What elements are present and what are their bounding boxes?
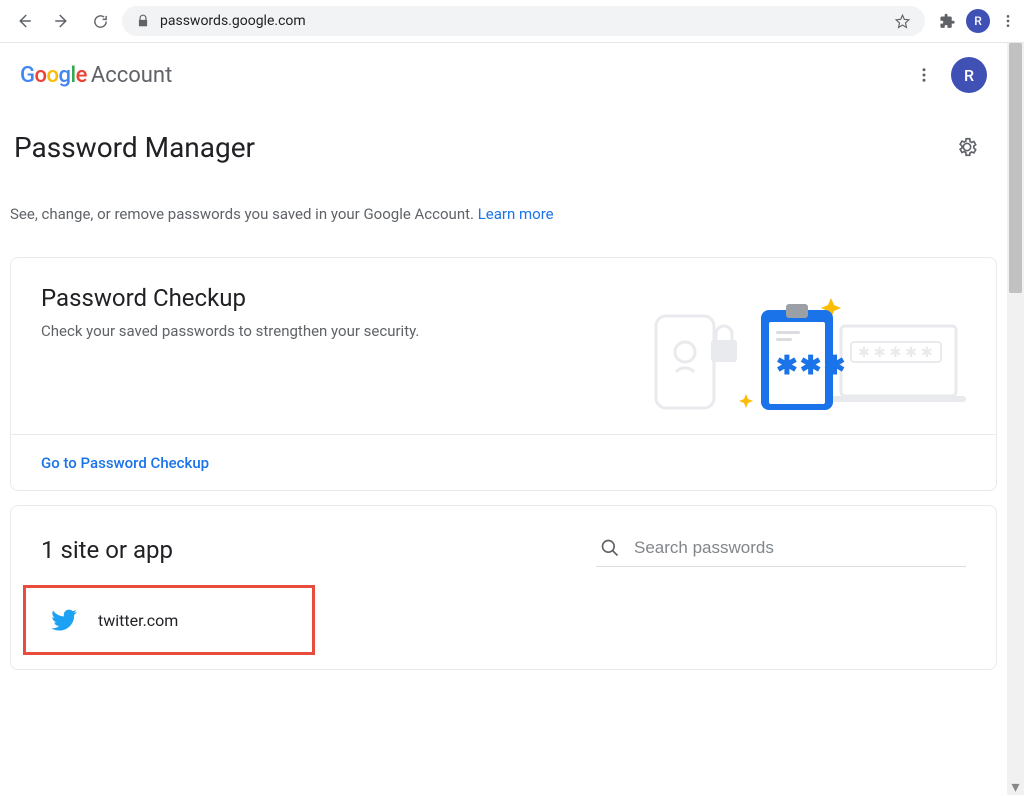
browser-toolbar: passwords.google.com R xyxy=(0,0,1024,43)
star-icon[interactable] xyxy=(894,13,911,30)
checkup-illustration: ✱✱✱✱✱ ✱✱✱ xyxy=(626,284,966,424)
svg-text:✱✱✱✱✱: ✱✱✱✱✱ xyxy=(858,345,937,361)
gear-icon xyxy=(956,136,978,158)
scroll-thumb[interactable] xyxy=(1009,43,1022,293)
address-bar[interactable]: passwords.google.com xyxy=(122,6,925,36)
search-passwords-input[interactable] xyxy=(634,538,962,558)
site-row-twitter[interactable]: twitter.com xyxy=(23,585,315,655)
vertical-scrollbar[interactable]: ▴ ▾ xyxy=(1007,43,1024,795)
site-name: twitter.com xyxy=(98,611,178,630)
lock-icon xyxy=(136,14,150,28)
go-to-checkup-link[interactable]: Go to Password Checkup xyxy=(41,454,209,472)
app-header: Google Account R xyxy=(0,43,1007,107)
account-label: Account xyxy=(91,63,172,88)
checkup-description: Check your saved passwords to strengthen… xyxy=(41,322,419,340)
kebab-menu-icon[interactable] xyxy=(915,66,933,84)
arrow-left-icon xyxy=(15,12,33,30)
reload-icon xyxy=(92,13,109,30)
account-avatar[interactable]: R xyxy=(951,57,987,93)
url-text: passwords.google.com xyxy=(160,13,306,29)
settings-button[interactable] xyxy=(947,127,987,167)
saved-sites-card: 1 site or app twitter.com xyxy=(10,505,997,670)
checkup-title: Password Checkup xyxy=(41,284,419,312)
arrow-right-icon xyxy=(53,12,71,30)
page-title: Password Manager xyxy=(14,131,255,164)
learn-more-link[interactable]: Learn more xyxy=(478,205,554,223)
kebab-menu-icon[interactable] xyxy=(1000,13,1016,29)
google-logo[interactable]: Google xyxy=(20,63,87,88)
page-content: Google Account R Password Manager See, c… xyxy=(0,43,1007,795)
page-subtitle: See, change, or remove passwords you sav… xyxy=(0,177,1007,243)
search-icon xyxy=(600,538,620,558)
forward-button[interactable] xyxy=(46,5,78,37)
extensions-icon[interactable] xyxy=(939,13,956,30)
search-passwords-field[interactable] xyxy=(596,532,966,567)
sites-count-label: 1 site or app xyxy=(41,536,173,564)
browser-profile-avatar[interactable]: R xyxy=(966,9,990,33)
back-button[interactable] xyxy=(8,5,40,37)
svg-text:✱✱✱: ✱✱✱ xyxy=(776,351,847,381)
twitter-icon xyxy=(50,606,78,634)
scroll-down-icon[interactable]: ▾ xyxy=(1007,778,1024,795)
password-checkup-card: Password Checkup Check your saved passwo… xyxy=(10,257,997,491)
reload-button[interactable] xyxy=(84,5,116,37)
